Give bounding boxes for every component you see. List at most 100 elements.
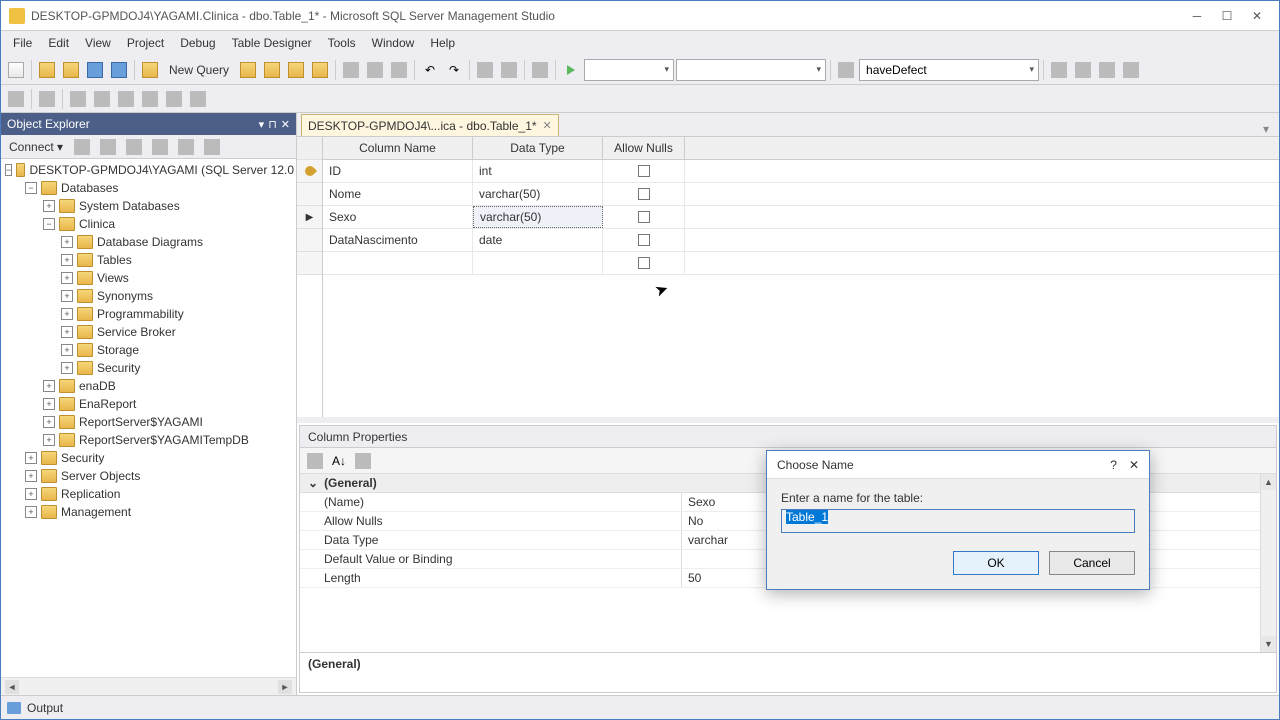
copy-button[interactable] bbox=[364, 59, 386, 81]
connect-button[interactable]: Connect ▾ bbox=[5, 138, 67, 156]
splitter[interactable] bbox=[297, 417, 1279, 423]
menu-table-designer[interactable]: Table Designer bbox=[224, 32, 320, 54]
menu-view[interactable]: View bbox=[77, 32, 119, 54]
tb2-2[interactable] bbox=[36, 88, 58, 110]
open-button[interactable] bbox=[36, 59, 58, 81]
tree-item[interactable]: +Views bbox=[3, 269, 294, 287]
table-row[interactable]: ID int bbox=[323, 160, 1279, 183]
tree-root-item[interactable]: +Server Objects bbox=[3, 467, 294, 485]
conn-btn-1[interactable] bbox=[71, 136, 93, 158]
tree-item[interactable]: +Tables bbox=[3, 251, 294, 269]
scroll-left-icon[interactable]: ◄ bbox=[5, 680, 19, 694]
checkbox[interactable] bbox=[638, 165, 650, 177]
conn-btn-4[interactable] bbox=[149, 136, 171, 158]
tree-root-item[interactable]: +Security bbox=[3, 449, 294, 467]
menu-window[interactable]: Window bbox=[364, 32, 423, 54]
tb2-8[interactable] bbox=[187, 88, 209, 110]
undo-button[interactable]: ↶ bbox=[419, 59, 441, 81]
props-scrollbar[interactable]: ▲ ▼ bbox=[1260, 474, 1276, 652]
menu-file[interactable]: File bbox=[5, 32, 40, 54]
checkbox[interactable] bbox=[638, 211, 650, 223]
new-query-icon[interactable] bbox=[139, 59, 161, 81]
cancel-button[interactable]: Cancel bbox=[1049, 551, 1135, 575]
object-tree[interactable]: −DESKTOP-GPMDOJ4\YAGAMI (SQL Server 12.0… bbox=[1, 159, 296, 677]
table-designer-grid[interactable]: ▶ Column Name Data Type Allow Nulls ID i… bbox=[297, 137, 1279, 417]
conn-btn-5[interactable] bbox=[175, 136, 197, 158]
tree-item[interactable]: +Security bbox=[3, 359, 294, 377]
find-button[interactable] bbox=[835, 59, 857, 81]
col-header-type[interactable]: Data Type bbox=[473, 137, 603, 159]
props-alpha-button[interactable]: A↓ bbox=[328, 450, 350, 472]
dialog-close-icon[interactable]: ✕ bbox=[1129, 458, 1139, 472]
tb-misc-1[interactable] bbox=[474, 59, 496, 81]
menu-edit[interactable]: Edit bbox=[40, 32, 77, 54]
table-row[interactable]: Nome varchar(50) bbox=[323, 183, 1279, 206]
menu-help[interactable]: Help bbox=[422, 32, 463, 54]
tb-misc-3[interactable] bbox=[529, 59, 551, 81]
tb2-4[interactable] bbox=[91, 88, 113, 110]
tree-item[interactable]: +Storage bbox=[3, 341, 294, 359]
tree-root-item[interactable]: +Replication bbox=[3, 485, 294, 503]
new-project-button[interactable] bbox=[5, 59, 27, 81]
menu-debug[interactable]: Debug bbox=[172, 32, 223, 54]
conn-btn-2[interactable] bbox=[97, 136, 119, 158]
tree-hscroll[interactable]: ◄ ► bbox=[1, 677, 296, 695]
collapse-icon[interactable]: ⌄ bbox=[308, 476, 318, 490]
row-header-new[interactable] bbox=[297, 252, 322, 275]
close-button[interactable]: ✕ bbox=[1243, 6, 1271, 26]
menu-project[interactable]: Project bbox=[119, 32, 172, 54]
tree-db[interactable]: +EnaReport bbox=[3, 395, 294, 413]
tb-tail-1[interactable] bbox=[1048, 59, 1070, 81]
ok-button[interactable]: OK bbox=[953, 551, 1039, 575]
checkbox[interactable] bbox=[638, 257, 650, 269]
execute-button[interactable] bbox=[560, 59, 582, 81]
combo-1[interactable] bbox=[584, 59, 674, 81]
tab-close-icon[interactable]: ✕ bbox=[543, 119, 552, 132]
paste-button[interactable] bbox=[388, 59, 410, 81]
menu-tools[interactable]: Tools bbox=[320, 32, 364, 54]
maximize-button[interactable]: ☐ bbox=[1213, 6, 1241, 26]
new-query-button[interactable]: New Query bbox=[163, 61, 235, 79]
tb2-5[interactable] bbox=[115, 88, 137, 110]
tree-item[interactable]: +Programmability bbox=[3, 305, 294, 323]
tb2-3[interactable] bbox=[67, 88, 89, 110]
row-header[interactable] bbox=[297, 183, 322, 206]
conn-btn-3[interactable] bbox=[123, 136, 145, 158]
scroll-down-icon[interactable]: ▼ bbox=[1261, 636, 1276, 652]
cut-button[interactable] bbox=[340, 59, 362, 81]
row-header-current[interactable]: ▶ bbox=[297, 206, 322, 229]
save-button[interactable] bbox=[84, 59, 106, 81]
redo-button[interactable]: ↷ bbox=[443, 59, 465, 81]
col-header-nulls[interactable]: Allow Nulls bbox=[603, 137, 685, 159]
props-categorized-button[interactable] bbox=[304, 450, 326, 472]
table-name-input[interactable]: Table_1 bbox=[781, 509, 1135, 533]
row-header-key[interactable] bbox=[297, 160, 322, 183]
dropdown-icon[interactable]: ▾ bbox=[259, 118, 265, 131]
tree-db[interactable]: +enaDB bbox=[3, 377, 294, 395]
props-pages-button[interactable] bbox=[352, 450, 374, 472]
tree-db[interactable]: +ReportServer$YAGAMI bbox=[3, 413, 294, 431]
tb-btn-4[interactable] bbox=[309, 59, 331, 81]
tb-tail-4[interactable] bbox=[1120, 59, 1142, 81]
tree-root-item[interactable]: +Management bbox=[3, 503, 294, 521]
tb2-1[interactable] bbox=[5, 88, 27, 110]
tb-btn-1[interactable] bbox=[237, 59, 259, 81]
saveall-button[interactable] bbox=[108, 59, 130, 81]
tree-server[interactable]: −DESKTOP-GPMDOJ4\YAGAMI (SQL Server 12.0 bbox=[3, 161, 294, 179]
tree-item[interactable]: +Synonyms bbox=[3, 287, 294, 305]
dialog-help-icon[interactable]: ? bbox=[1110, 458, 1117, 472]
tb-tail-2[interactable] bbox=[1072, 59, 1094, 81]
tree-sysdb[interactable]: +System Databases bbox=[3, 197, 294, 215]
table-row-new[interactable] bbox=[323, 252, 1279, 275]
output-panel-tab[interactable]: Output bbox=[1, 695, 1279, 719]
minimize-button[interactable]: ─ bbox=[1183, 6, 1211, 26]
scroll-right-icon[interactable]: ► bbox=[278, 680, 292, 694]
tree-databases[interactable]: −Databases bbox=[3, 179, 294, 197]
tab-dropdown-icon[interactable]: ▾ bbox=[1257, 122, 1275, 136]
checkbox[interactable] bbox=[638, 188, 650, 200]
conn-btn-6[interactable] bbox=[201, 136, 223, 158]
tree-clinica[interactable]: −Clinica bbox=[3, 215, 294, 233]
tb-misc-2[interactable] bbox=[498, 59, 520, 81]
scroll-up-icon[interactable]: ▲ bbox=[1261, 474, 1276, 490]
open2-button[interactable] bbox=[60, 59, 82, 81]
